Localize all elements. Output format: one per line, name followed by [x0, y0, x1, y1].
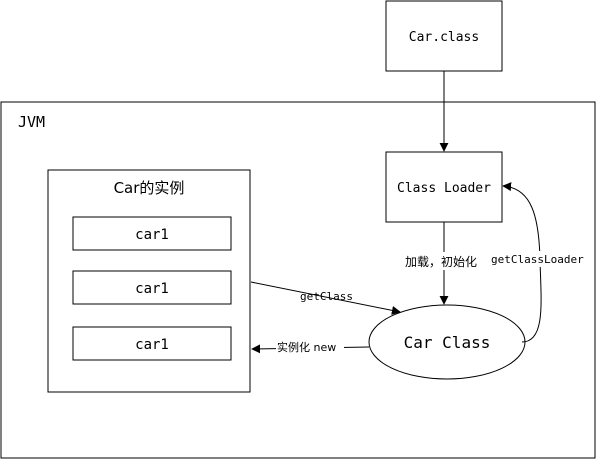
instances-title: Car的实例 — [114, 179, 185, 197]
get-class-label: getClass — [300, 290, 353, 303]
instance-label-3: car1 — [135, 337, 169, 353]
instance-label-2: car1 — [135, 281, 169, 297]
load-init-label: 加载，初始化 — [405, 255, 477, 269]
car-class-ellipse-label: Car Class — [404, 333, 491, 352]
get-class-loader-label: getClassLoader — [491, 253, 584, 266]
instantiate-label: 实例化 new — [277, 340, 336, 354]
jvm-class-loading-diagram: JVM Car.class Class Loader Car Class Car… — [0, 0, 596, 459]
car-class-file-label: Car.class — [409, 30, 479, 45]
jvm-label: JVM — [18, 113, 45, 131]
instance-label-1: car1 — [135, 227, 169, 243]
class-loader-label: Class Loader — [397, 181, 491, 196]
